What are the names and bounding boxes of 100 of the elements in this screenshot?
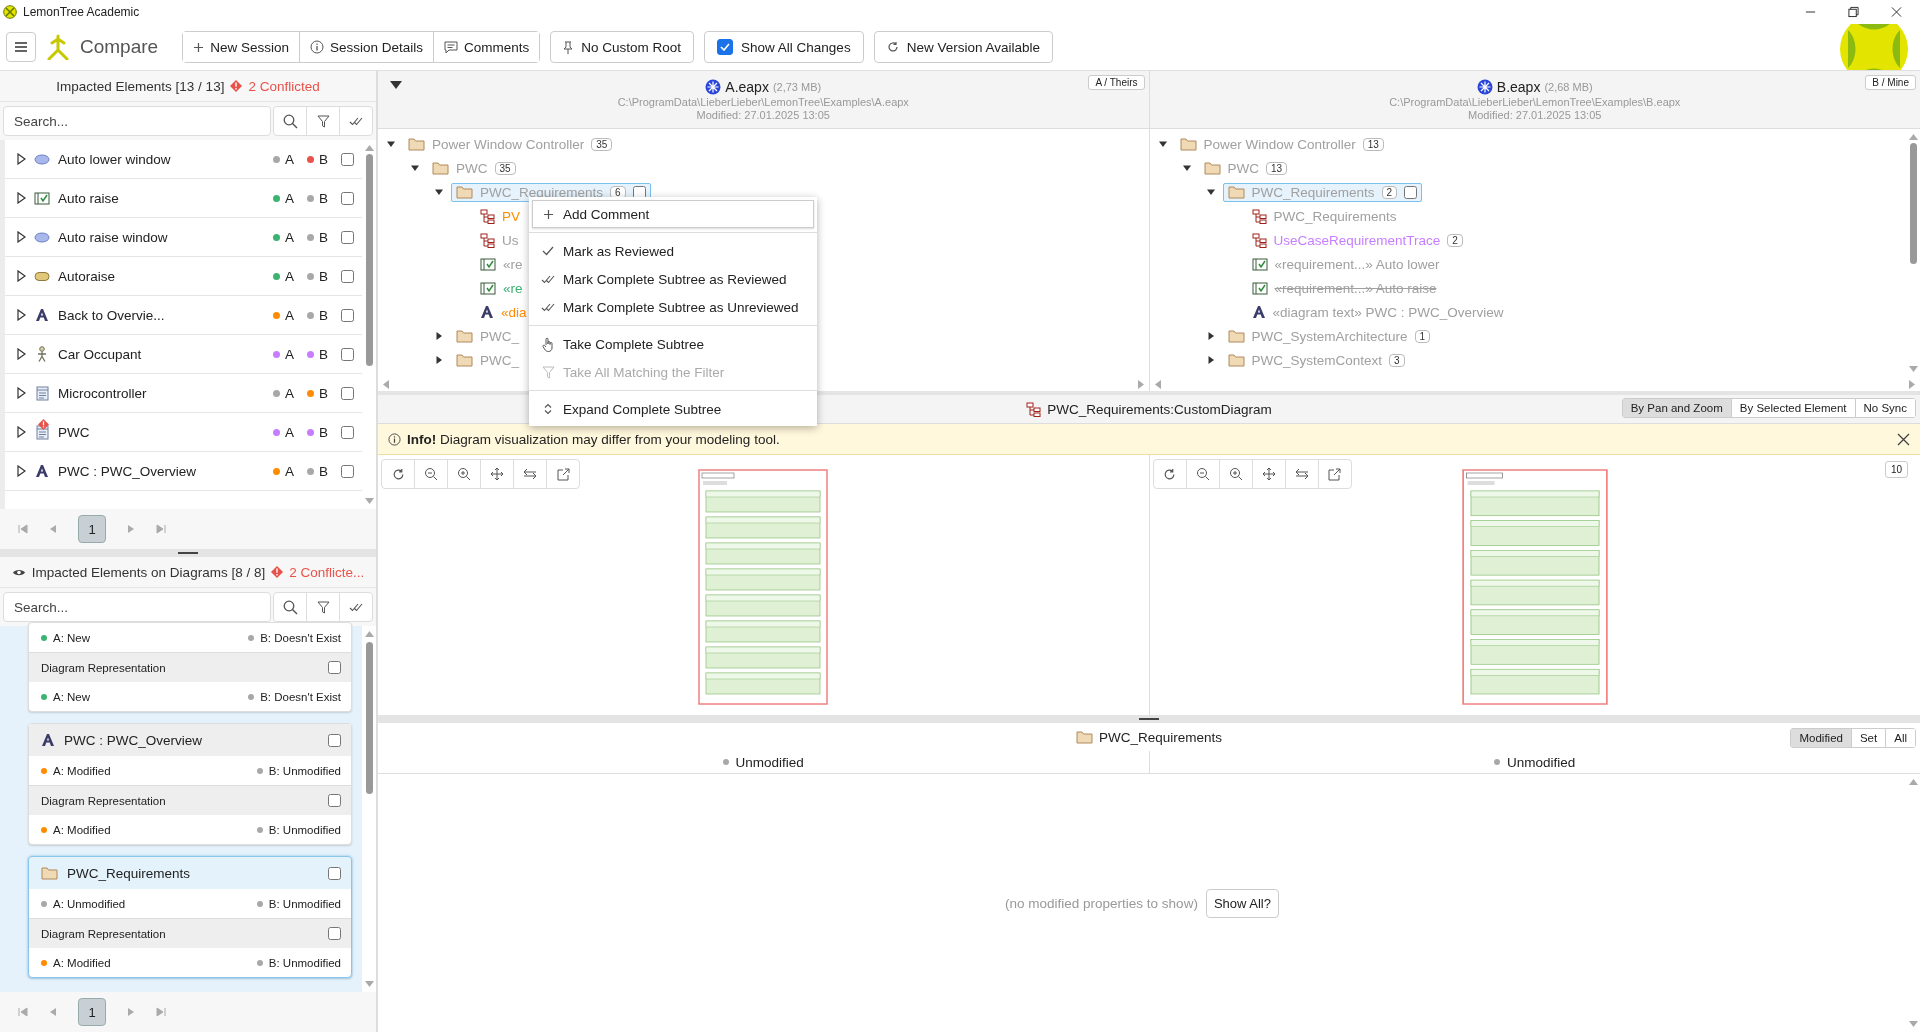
expand-arrow-icon[interactable] [434,331,444,341]
scroll-down-icon[interactable] [364,981,374,988]
collapse-arrow-icon[interactable] [390,81,402,89]
menu-button[interactable] [6,32,36,62]
impact-card[interactable]: PWC_Requirements A: Unmodified B: Unmodified Diagram Representation A: Modified B: Unmodified [28,856,352,978]
list-item[interactable]: Microcontroller A B [5,374,362,413]
list-item[interactable]: PWC : PWC_Overview A B [5,452,362,491]
fit-button[interactable] [480,459,514,489]
menu-item[interactable]: Mark as Reviewed [532,237,814,265]
menu-item[interactable]: Add Comment [532,200,814,228]
list-item[interactable]: Auto raise A B [5,179,362,218]
checkbox[interactable] [328,661,341,674]
search-field[interactable]: Search... [3,592,271,622]
expand-arrow-icon[interactable] [17,348,26,360]
collapse-arrow-icon[interactable] [1157,139,1168,149]
list-item[interactable]: Auto lower window A B [5,140,362,179]
filter-option[interactable]: Modified [1791,729,1852,747]
checkbox[interactable] [341,191,354,205]
next-page-icon[interactable] [126,1007,136,1017]
checkbox[interactable] [328,866,341,880]
checkbox[interactable] [341,425,354,439]
list-item[interactable]: Autoraise A B [5,257,362,296]
checkbox[interactable] [328,733,341,747]
last-page-icon[interactable] [156,524,166,534]
filter-button[interactable] [306,592,340,622]
previous-page-icon[interactable] [48,1007,58,1017]
search-field[interactable]: Search... [3,106,271,136]
fit-button[interactable] [1251,459,1286,489]
update-button[interactable]: New Version Available [873,31,1053,63]
last-page-icon[interactable] [156,1007,166,1017]
toolbar-button[interactable]: New Session [183,32,300,62]
zoom-in-button[interactable] [447,459,481,489]
expand-arrow-icon[interactable] [17,387,26,399]
collapse-arrow-icon[interactable] [1181,163,1192,173]
checkbox[interactable] [1404,185,1418,199]
checkbox[interactable] [717,39,734,55]
scroll-up-icon[interactable] [1908,778,1918,785]
page-button[interactable]: 1 [78,515,106,543]
show-all-button[interactable]: Show All? [1205,888,1279,918]
restore-icon[interactable] [1848,6,1859,18]
menu-item[interactable]: Expand Complete Subtree [532,395,814,423]
menu-item[interactable]: Mark Complete Subtree as Reviewed [532,265,814,293]
menu-item[interactable]: Mark Complete Subtree as Unreviewed [532,293,814,321]
search-button[interactable] [273,106,307,136]
scroll-down-icon[interactable] [1908,1021,1918,1028]
checkbox[interactable] [341,464,354,478]
expand-arrow-icon[interactable] [17,426,26,438]
list-item[interactable]: Auto raise window A B [5,218,362,257]
checkbox[interactable] [341,152,354,166]
scrollbar[interactable] [362,626,376,992]
scroll-right-icon[interactable] [1137,379,1145,389]
open-external-button[interactable] [1317,459,1352,489]
checkbox[interactable] [341,230,354,244]
first-page-icon[interactable] [18,524,28,534]
expand-arrow-icon[interactable] [17,231,26,243]
collapse-arrow-icon[interactable] [410,163,420,173]
custom-root-button[interactable]: No Custom Root [550,31,695,63]
impact-card[interactable]: PWC : PWC_Overview A: Modified B: Unmodified Diagram Representation A: Modified B: Unmodified [28,723,352,845]
close-icon[interactable] [1897,432,1910,446]
first-page-icon[interactable] [18,1007,28,1017]
mark-reviewed-button[interactable] [339,592,373,622]
swap-button[interactable] [513,459,547,489]
scroll-left-icon[interactable] [1153,379,1161,389]
list-item[interactable]: Back to Overvie... A B [5,296,362,335]
list-item[interactable]: PWC A B [5,413,362,452]
list-item[interactable]: Car Occupant A B [5,335,362,374]
impact-card[interactable]: A: New B: Doesn't Exist Diagram Representation A: New B: Doesn't Exist [28,622,352,712]
expand-arrow-icon[interactable] [17,309,26,321]
scrollbar-thumb[interactable] [365,154,373,366]
page-button[interactable]: 1 [78,998,106,1026]
scroll-down-icon[interactable] [364,498,374,505]
checkbox[interactable] [632,185,646,199]
scrollbar-thumb[interactable] [1909,143,1917,265]
checkbox[interactable] [341,347,354,361]
zoom-out-button[interactable] [414,459,448,489]
zoom-out-button[interactable] [1185,459,1220,489]
next-page-icon[interactable] [126,524,136,534]
search-button[interactable] [273,592,307,622]
collapse-arrow-icon[interactable] [386,139,396,149]
scroll-down-icon[interactable] [1908,366,1918,373]
scroll-left-icon[interactable] [382,379,389,389]
refresh-button[interactable] [1152,459,1187,489]
scroll-up-icon[interactable] [364,144,374,151]
scrollbar-thumb[interactable] [365,641,373,794]
zoom-in-button[interactable] [1218,459,1253,489]
checkbox[interactable] [341,386,354,400]
open-external-button[interactable] [546,459,580,489]
filter-button[interactable] [306,106,340,136]
checkbox[interactable] [328,927,341,940]
checkbox[interactable] [341,269,354,283]
show-all-changes-toggle[interactable]: Show All Changes [704,31,864,63]
collapse-arrow-icon[interactable] [1205,187,1216,197]
menu-item[interactable]: Take Complete Subtree [532,330,814,358]
expand-arrow-icon[interactable] [17,465,26,477]
expand-arrow-icon[interactable] [434,355,444,365]
sync-option[interactable]: By Pan and Zoom [1622,399,1732,417]
scroll-up-icon[interactable] [364,630,374,637]
scroll-up-icon[interactable] [1908,133,1918,140]
refresh-button[interactable] [381,459,415,489]
expand-arrow-icon[interactable] [17,153,26,165]
